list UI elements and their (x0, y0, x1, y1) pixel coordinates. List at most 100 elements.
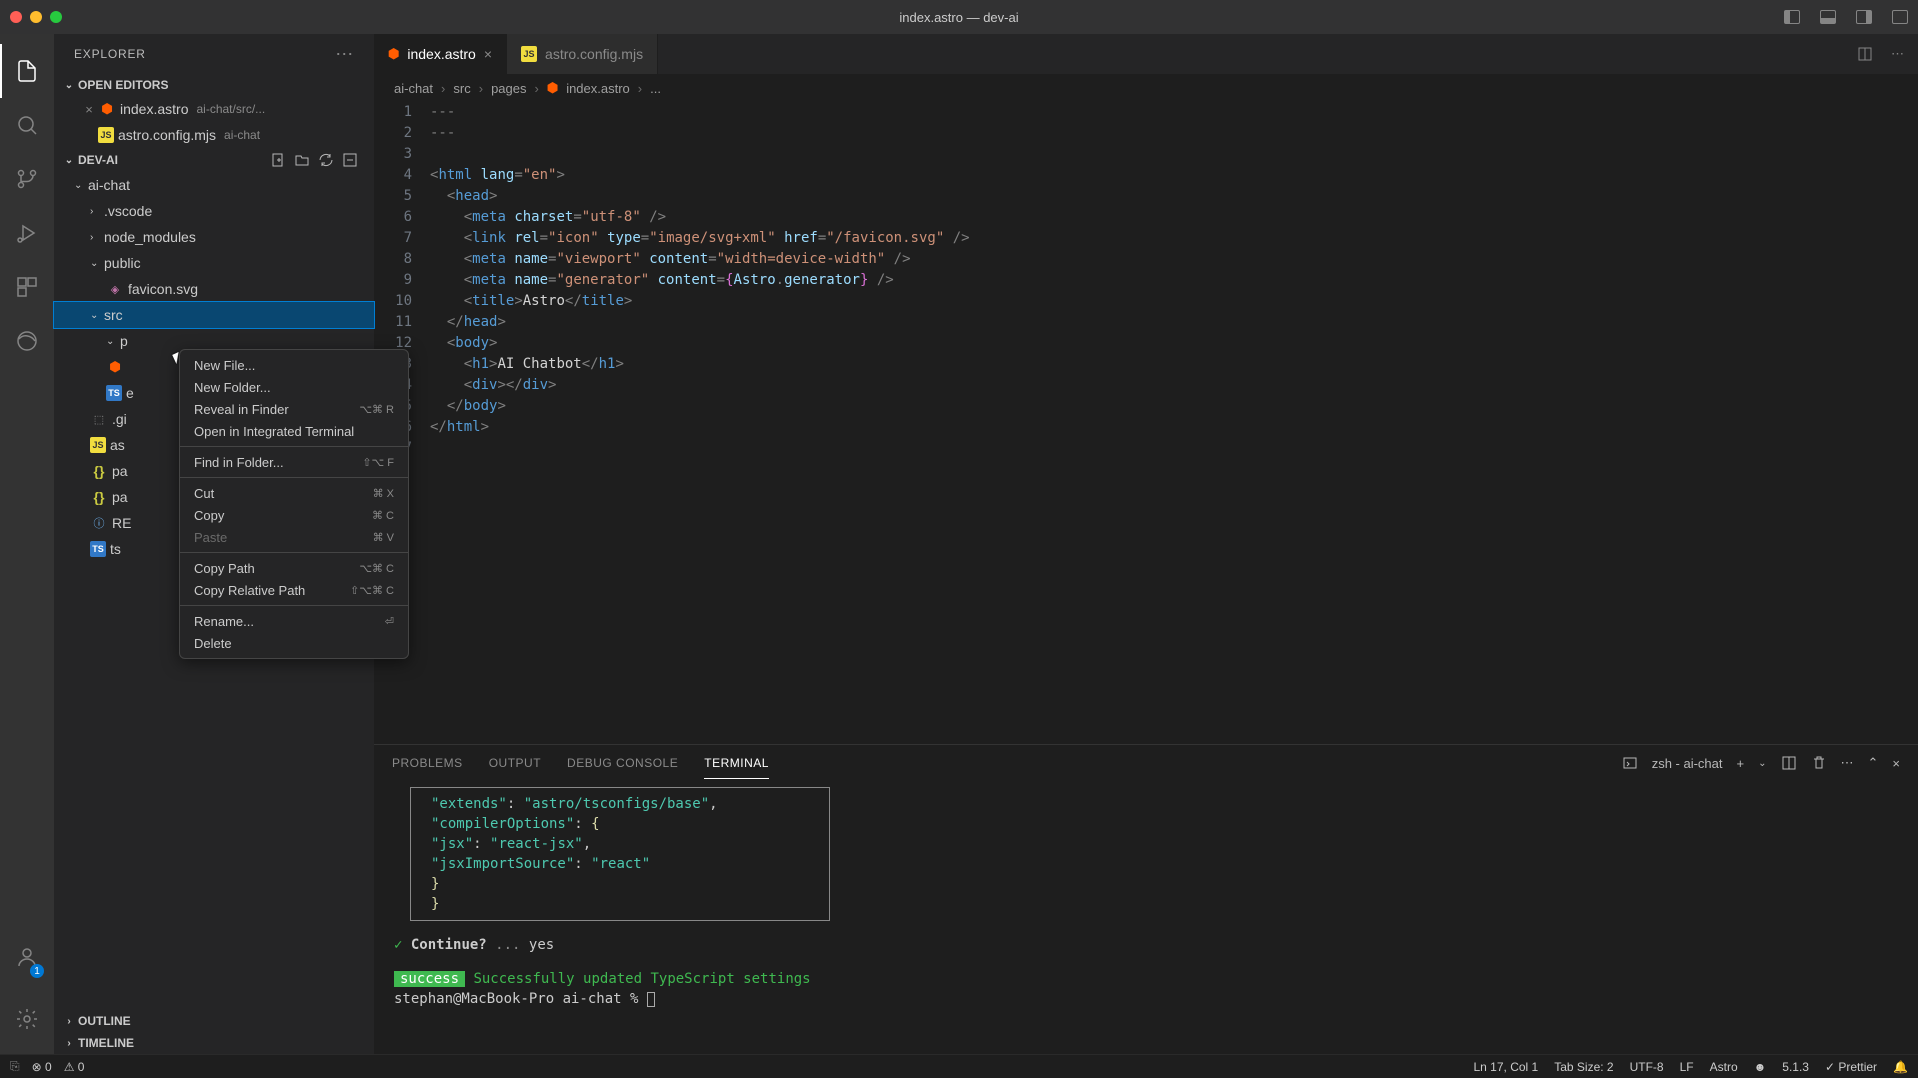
folder-ai-chat[interactable]: ⌄ ai-chat (54, 172, 374, 198)
cursor-position[interactable]: Ln 17, Col 1 (1474, 1060, 1539, 1074)
ctx-copy[interactable]: Copy⌘ C (180, 504, 408, 526)
extensions-activity[interactable] (0, 260, 54, 314)
open-editors-section[interactable]: ⌄ OPEN EDITORS (54, 74, 374, 96)
edge-activity[interactable] (0, 314, 54, 368)
ctx-delete[interactable]: Delete (180, 632, 408, 654)
crumb[interactable]: ai-chat (394, 81, 433, 96)
split-terminal-icon[interactable] (1781, 755, 1797, 771)
panel-tab-terminal[interactable]: TERMINAL (704, 748, 769, 779)
source-control-activity[interactable] (0, 152, 54, 206)
file-label: favicon.svg (128, 281, 198, 297)
folder-node-modules[interactable]: › node_modules (54, 224, 374, 250)
chevron-right-icon: › (90, 206, 104, 217)
editor-tabs: ⬢ index.astro × JS astro.config.mjs ⋯ (374, 34, 1918, 74)
tab-size[interactable]: Tab Size: 2 (1554, 1060, 1613, 1074)
prettier-status[interactable]: ✓ Prettier (1825, 1060, 1877, 1074)
account-activity[interactable]: 1 (0, 930, 54, 984)
folder-label: .vscode (104, 203, 152, 219)
toggle-panel-icon[interactable] (1820, 10, 1836, 24)
panel-tab-output[interactable]: OUTPUT (489, 748, 541, 778)
more-icon[interactable]: ⋯ (1841, 755, 1854, 771)
notifications-icon[interactable]: 🔔 (1893, 1060, 1908, 1074)
file-favicon[interactable]: ◈ favicon.svg (54, 276, 374, 302)
js-file-icon: JS (90, 437, 106, 453)
customize-layout-icon[interactable] (1892, 10, 1908, 24)
collapse-icon[interactable] (342, 152, 358, 168)
terminal-dropdown-icon[interactable]: ⌄ (1758, 758, 1766, 769)
terminal-shell-label[interactable]: zsh - ai-chat (1652, 756, 1723, 771)
crumb[interactable]: index.astro (566, 81, 630, 96)
new-folder-icon[interactable] (294, 152, 310, 168)
open-editor-item[interactable]: × ⬢ index.astro ai-chat/src/... (54, 96, 374, 122)
tab-index-astro[interactable]: ⬢ index.astro × (374, 34, 507, 74)
code-content[interactable]: --- --- <html lang="en"> <head> <meta ch… (430, 102, 1918, 744)
chevron-right-icon: › (638, 81, 642, 96)
sidebar-more-icon[interactable]: ⋯ (335, 44, 354, 65)
ctx-copy-rel[interactable]: Copy Relative Path⇧⌥⌘ C (180, 579, 408, 601)
editor-area: ⬢ index.astro × JS astro.config.mjs ⋯ ai… (374, 34, 1918, 1054)
outline-section[interactable]: › OUTLINE (54, 1010, 374, 1032)
close-panel-icon[interactable]: × (1892, 756, 1900, 771)
close-icon[interactable]: × (484, 46, 492, 62)
toggle-right-sidebar-icon[interactable] (1856, 10, 1872, 24)
ctx-new-folder[interactable]: New Folder... (180, 376, 408, 398)
workspace-section[interactable]: ⌄ DEV-AI (54, 148, 374, 172)
crumb[interactable]: pages (491, 81, 526, 96)
code-editor[interactable]: 1234567891011121314151617 --- --- <html … (374, 102, 1918, 744)
close-window[interactable] (10, 11, 22, 23)
svg-file-icon: ◈ (106, 281, 124, 297)
folder-public[interactable]: ⌄ public (54, 250, 374, 276)
version[interactable]: 5.1.3 (1782, 1060, 1809, 1074)
maximize-window[interactable] (50, 11, 62, 23)
folder-vscode[interactable]: › .vscode (54, 198, 374, 224)
ctx-new-file[interactable]: New File... (180, 354, 408, 376)
files-icon (15, 59, 39, 83)
encoding[interactable]: UTF-8 (1630, 1060, 1664, 1074)
trash-icon[interactable] (1811, 755, 1827, 771)
timeline-section[interactable]: › TIMELINE (54, 1032, 374, 1054)
ctx-find[interactable]: Find in Folder...⇧⌥ F (180, 451, 408, 473)
folder-src[interactable]: ⌄ src (54, 302, 374, 328)
ctx-rename[interactable]: Rename...⏎ (180, 610, 408, 632)
language-mode[interactable]: Astro (1710, 1060, 1738, 1074)
json-file-icon: {} (90, 463, 108, 479)
ctx-reveal[interactable]: Reveal in Finder⌥⌘ R (180, 398, 408, 420)
tab-astro-config[interactable]: JS astro.config.mjs (507, 34, 658, 74)
crumb[interactable]: ... (650, 81, 661, 96)
settings-activity[interactable] (0, 992, 54, 1046)
maximize-panel-icon[interactable]: ⌃ (1868, 755, 1879, 771)
panel-tab-problems[interactable]: PROBLEMS (392, 748, 463, 778)
separator (180, 552, 408, 553)
git-branch-icon (15, 167, 39, 191)
file-label: pa (112, 463, 128, 479)
terminal-content[interactable]: "extends": "astro/tsconfigs/base", "comp… (374, 781, 1918, 1054)
refresh-icon[interactable] (318, 152, 334, 168)
breadcrumb[interactable]: ai-chat › src › pages › ⬢ index.astro › … (374, 74, 1918, 102)
window-title: index.astro — dev-ai (899, 10, 1018, 25)
add-terminal-icon[interactable]: + (1737, 756, 1745, 771)
json-file-icon: {} (90, 489, 108, 505)
eol[interactable]: LF (1680, 1060, 1694, 1074)
feedback-icon[interactable]: ☻ (1754, 1060, 1767, 1074)
crumb[interactable]: src (453, 81, 470, 96)
search-activity[interactable] (0, 98, 54, 152)
account-badge: 1 (30, 964, 44, 978)
run-debug-activity[interactable] (0, 206, 54, 260)
more-icon[interactable]: ⋯ (1891, 46, 1904, 62)
debug-icon (15, 221, 39, 245)
minimize-window[interactable] (30, 11, 42, 23)
warnings-status[interactable]: ⚠ 0 (64, 1060, 85, 1074)
ctx-terminal[interactable]: Open in Integrated Terminal (180, 420, 408, 442)
new-file-icon[interactable] (270, 152, 286, 168)
explorer-activity[interactable] (0, 44, 54, 98)
close-icon[interactable]: × (80, 102, 98, 117)
open-editor-item[interactable]: JS astro.config.mjs ai-chat (54, 122, 374, 148)
ctx-copy-path[interactable]: Copy Path⌥⌘ C (180, 557, 408, 579)
panel-tab-debug[interactable]: DEBUG CONSOLE (567, 748, 678, 778)
toggle-sidebar-icon[interactable] (1784, 10, 1800, 24)
remote-icon[interactable]: ⎘ (10, 1059, 20, 1074)
terminal-launch-icon[interactable] (1622, 755, 1638, 771)
split-editor-icon[interactable] (1857, 46, 1873, 62)
ctx-cut[interactable]: Cut⌘ X (180, 482, 408, 504)
errors-status[interactable]: ⊗ 0 (32, 1060, 52, 1074)
